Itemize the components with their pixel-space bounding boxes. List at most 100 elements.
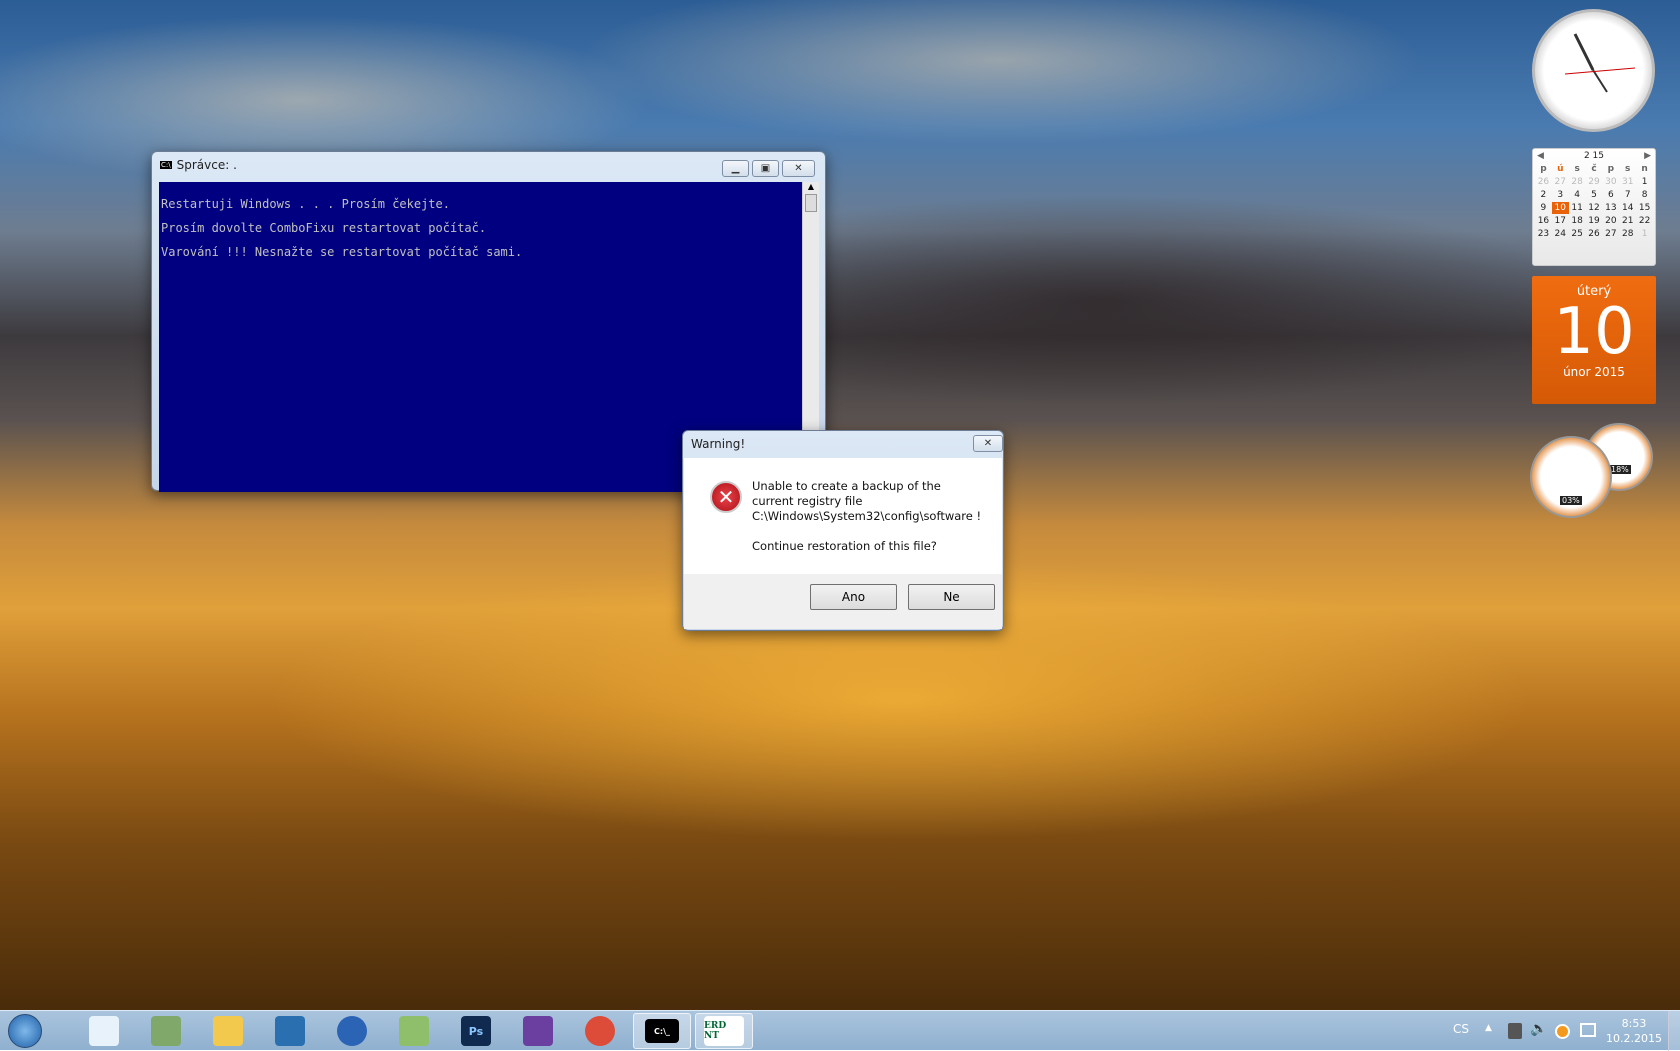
calendar-day[interactable]: 11 bbox=[1569, 202, 1586, 214]
volume-icon[interactable]: 🔈 bbox=[1530, 1021, 1547, 1037]
calendar-day[interactable]: 31 bbox=[1619, 176, 1636, 188]
calendar-day[interactable]: 19 bbox=[1586, 215, 1603, 227]
weekday-header: s bbox=[1625, 164, 1631, 174]
taskbar-network-tool[interactable] bbox=[137, 1013, 195, 1049]
weekday-header: p bbox=[1607, 164, 1615, 174]
cpu-meter-gadget[interactable]: 18% 03% bbox=[1530, 423, 1655, 518]
taskbar-snipping-tool[interactable] bbox=[75, 1013, 133, 1049]
weekday-header: č bbox=[1591, 164, 1597, 174]
calendar-day[interactable]: 2 bbox=[1535, 189, 1552, 201]
calendar-day[interactable]: 13 bbox=[1602, 202, 1619, 214]
calendar-day[interactable]: 22 bbox=[1636, 215, 1653, 227]
calendar-day[interactable]: 28 bbox=[1569, 176, 1586, 188]
calendar-grid: p ú s č p s n 26 27 28 29 30 31 1 2 3 4 5 6 7 8 9 10 11 12 13 14 15… bbox=[1533, 163, 1655, 240]
calendar-day[interactable]: 1 bbox=[1636, 176, 1653, 188]
console-line: Restartuji Windows . . . Prosím čekejte. bbox=[161, 197, 450, 211]
calendar-day[interactable]: 28 bbox=[1619, 228, 1636, 240]
yes-button[interactable]: Ano bbox=[810, 584, 897, 610]
taskbar-google-earth[interactable] bbox=[323, 1013, 381, 1049]
warning-dialog: Warning! ✕ ✕ Unable to create a backup o… bbox=[682, 430, 1004, 631]
console-line: Varování !!! Nesnažte se restartovat poč… bbox=[161, 245, 523, 259]
calendar-today-page: úterý 10 únor 2015 bbox=[1532, 276, 1656, 404]
start-button[interactable] bbox=[0, 1013, 50, 1049]
taskbar-photoshop[interactable]: Ps bbox=[447, 1013, 505, 1049]
dialog-message: Unable to create a backup of the bbox=[752, 479, 941, 493]
show-hidden-icons[interactable]: ▲ bbox=[1485, 1023, 1492, 1033]
calendar-day[interactable]: 9 bbox=[1535, 202, 1552, 214]
weekday-header: n bbox=[1641, 164, 1648, 174]
calendar-day[interactable]: 14 bbox=[1619, 202, 1636, 214]
taskbar-erd-commander[interactable]: ERD NT bbox=[695, 1013, 753, 1049]
maximize-button[interactable]: ▣ bbox=[752, 160, 779, 177]
photoshop-icon: Ps bbox=[461, 1016, 491, 1046]
calendar-day[interactable]: 12 bbox=[1586, 202, 1603, 214]
network-icon[interactable] bbox=[1580, 1023, 1596, 1037]
calendar-day[interactable]: 20 bbox=[1602, 215, 1619, 227]
taskbar-visual-studio[interactable] bbox=[509, 1013, 567, 1049]
calendar-day[interactable]: 8 bbox=[1636, 189, 1653, 201]
calendar-day[interactable]: 17 bbox=[1552, 215, 1569, 227]
calendar-day[interactable]: 30 bbox=[1602, 176, 1619, 188]
taskbar-file-explorer[interactable] bbox=[199, 1013, 257, 1049]
minimize-button[interactable]: ▁ bbox=[722, 160, 749, 177]
visual-studio-icon bbox=[523, 1016, 553, 1046]
dialog-message: C:\Windows\System32\config\software ! bbox=[752, 509, 982, 523]
dialog-close-button[interactable]: ✕ bbox=[973, 435, 1003, 452]
calendar-day[interactable]: 3 bbox=[1552, 189, 1569, 201]
close-button[interactable]: ✕ bbox=[782, 160, 815, 177]
calendar-gadget[interactable]: ◀ 2 15 ▶ p ú s č p s n 26 27 28 29 30 31 1 2 3 4 5 6 7 8 9 10 11 1… bbox=[1532, 148, 1656, 405]
clock-date[interactable]: 10.2.2015 bbox=[1600, 1031, 1668, 1046]
calendar-day[interactable]: 18 bbox=[1569, 215, 1586, 227]
weekday-header: ú bbox=[1557, 164, 1564, 174]
dialog-title: Warning! bbox=[691, 437, 746, 451]
calendar-day[interactable]: 26 bbox=[1535, 176, 1552, 188]
erd-commander-icon: ERD NT bbox=[704, 1016, 744, 1046]
next-month-icon[interactable]: ▶ bbox=[1644, 151, 1651, 161]
calendar-day[interactable]: 23 bbox=[1535, 228, 1552, 240]
taskbar-notes[interactable] bbox=[261, 1013, 319, 1049]
weekday-header: p bbox=[1540, 164, 1547, 174]
day-number: 10 bbox=[1553, 295, 1635, 369]
cpu-value: 03% bbox=[1560, 496, 1582, 505]
taskbar-image-viewer[interactable] bbox=[385, 1013, 443, 1049]
show-desktop-button[interactable] bbox=[1668, 1011, 1680, 1051]
command-prompt-icon: C:\_ bbox=[645, 1019, 679, 1043]
no-button[interactable]: Ne bbox=[908, 584, 995, 610]
cmd-icon: C:\ bbox=[160, 161, 172, 169]
console-line: Prosím dovolte ComboFixu restartovat poč… bbox=[161, 221, 487, 235]
taskbar-command-prompt[interactable]: C:\_ bbox=[633, 1013, 691, 1049]
google-earth-icon bbox=[337, 1016, 367, 1046]
calendar-day[interactable]: 4 bbox=[1569, 189, 1586, 201]
calendar-day[interactable]: 27 bbox=[1602, 228, 1619, 240]
error-icon: ✕ bbox=[710, 481, 742, 513]
clock-gadget[interactable] bbox=[1532, 9, 1655, 132]
calendar-day[interactable]: 6 bbox=[1602, 189, 1619, 201]
weekday-header: s bbox=[1574, 164, 1580, 174]
taskbar: Ps C:\_ ERD NT CS ▲ 🔈 8:53 10.2.2015 bbox=[0, 1010, 1680, 1051]
file-explorer-icon bbox=[213, 1016, 243, 1046]
calendar-day[interactable]: 24 bbox=[1552, 228, 1569, 240]
memory-value: 18% bbox=[1609, 465, 1631, 474]
calendar-day[interactable]: 5 bbox=[1586, 189, 1603, 201]
console-title: Správce: . bbox=[176, 158, 237, 172]
clock-time[interactable]: 8:53 bbox=[1600, 1016, 1668, 1031]
notes-icon bbox=[275, 1016, 305, 1046]
input-language[interactable]: CS bbox=[1453, 1022, 1469, 1036]
taskbar-chrome[interactable] bbox=[571, 1013, 629, 1049]
calendar-day[interactable]: 16 bbox=[1535, 215, 1552, 227]
calendar-day[interactable]: 29 bbox=[1586, 176, 1603, 188]
antivirus-icon[interactable] bbox=[1555, 1024, 1570, 1039]
calendar-day[interactable]: 27 bbox=[1552, 176, 1569, 188]
power-icon[interactable] bbox=[1508, 1023, 1522, 1039]
clock-face-icon bbox=[1564, 33, 1636, 93]
calendar-day[interactable]: 15 bbox=[1636, 202, 1653, 214]
calendar-day[interactable]: 10 bbox=[1551, 202, 1569, 214]
calendar-day[interactable]: 7 bbox=[1619, 189, 1636, 201]
chrome-icon bbox=[585, 1016, 615, 1046]
calendar-day[interactable]: 1 bbox=[1636, 228, 1653, 240]
calendar-day[interactable]: 26 bbox=[1586, 228, 1603, 240]
dialog-question: Continue restoration of this file? bbox=[752, 539, 937, 553]
calendar-day[interactable]: 25 bbox=[1569, 228, 1586, 240]
calendar-day[interactable]: 21 bbox=[1619, 215, 1636, 227]
prev-month-icon[interactable]: ◀ bbox=[1537, 151, 1544, 161]
